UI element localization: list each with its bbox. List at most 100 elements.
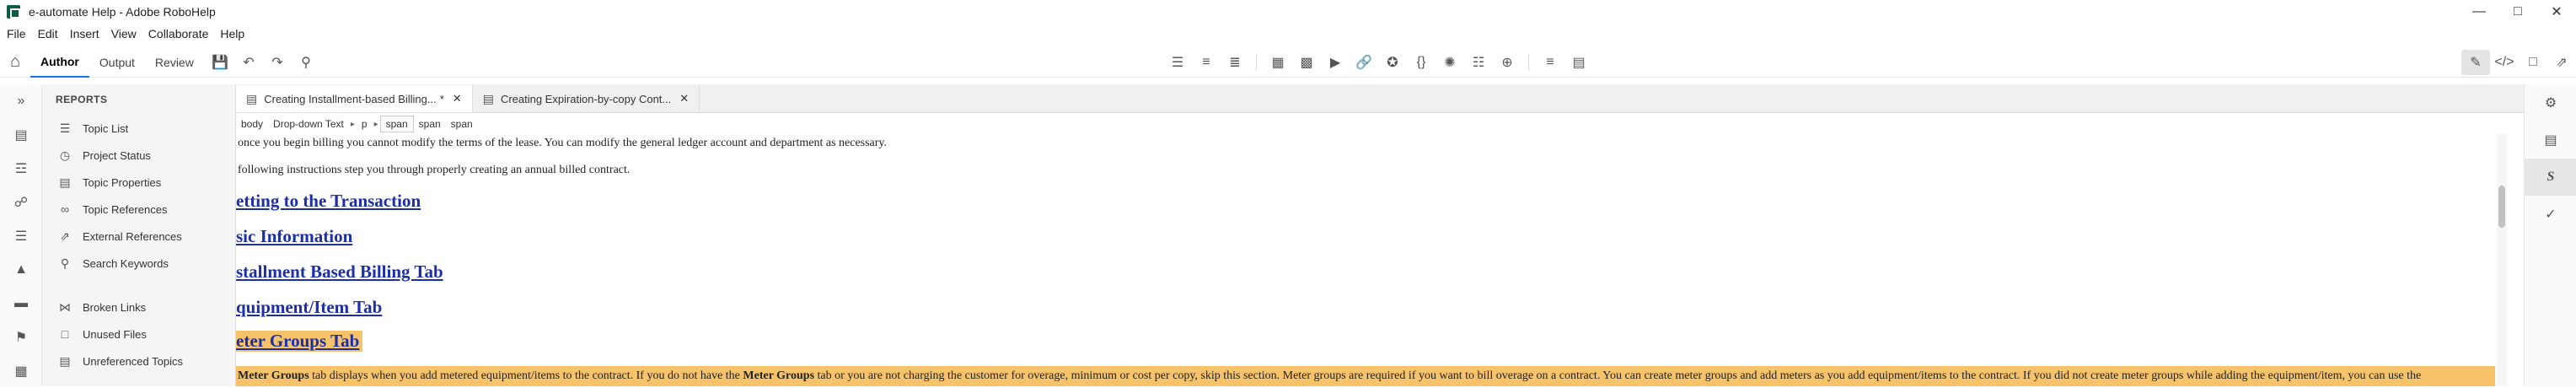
report-search-keywords[interactable]: ⚲ Search Keywords	[42, 250, 235, 277]
tab-output[interactable]: Output	[89, 47, 145, 78]
report-topic-properties[interactable]: ▤ Topic Properties	[42, 169, 235, 196]
robohelp-logo-icon	[7, 5, 20, 19]
insert-link-icon[interactable]: 🔗	[1350, 50, 1378, 75]
report-broken-links[interactable]: ⋈ Broken Links	[42, 294, 235, 321]
special-character-icon[interactable]: ✺	[1436, 50, 1464, 75]
external-link-icon: ⇗	[60, 229, 70, 243]
variable-icon[interactable]: {}	[1407, 50, 1436, 75]
report-label: External References	[83, 229, 182, 243]
crumb-dropdown-text[interactable]: Drop-down Text	[268, 116, 349, 132]
report-label: Project Status	[83, 148, 151, 162]
bulleted-list-icon[interactable]: ☰	[1163, 50, 1192, 75]
insert-toolbar-group: ☰ ≡ ≣ ▦ ▩ ▶ 🔗 ✪ {} ✺ ☷ ⊕ ≡ ▤	[1163, 47, 1593, 78]
main-toolbar: ⌂ Author Output Review 💾 ↶ ↷ ⚲ ☰ ≡ ≣ ▦ ▩…	[0, 47, 2576, 78]
element-breadcrumb: body Drop-down Text ▸ p ▸ span span span	[236, 115, 478, 133]
heading-link-selected[interactable]: eter Groups Tab	[236, 331, 363, 352]
close-icon[interactable]: ✕	[2537, 0, 2576, 24]
menu-view[interactable]: View	[111, 27, 137, 40]
clock-icon: ◷	[59, 148, 71, 162]
document-editor[interactable]: once you begin billing you cannot modify…	[236, 133, 2495, 386]
window-title: e-automate Help - Adobe RoboHelp	[29, 5, 216, 19]
crumb-p[interactable]: p	[357, 116, 373, 132]
crumb-span[interactable]: span	[379, 116, 414, 132]
heading-link[interactable]: sic Information	[236, 226, 352, 247]
close-tab-icon[interactable]: ✕	[679, 92, 689, 105]
crumb-span[interactable]: span	[414, 116, 446, 132]
redo-icon[interactable]: ↷	[263, 50, 292, 75]
source-code-icon[interactable]: </>	[2490, 50, 2519, 75]
undo-icon[interactable]: ↶	[234, 50, 263, 75]
menu-file[interactable]: File	[7, 27, 26, 40]
report-label: Topic Properties	[83, 175, 162, 189]
expand-panel-icon[interactable]: »	[0, 84, 42, 118]
insert-video-icon[interactable]: ▶	[1321, 50, 1350, 75]
crumb-body[interactable]: body	[236, 116, 268, 132]
report-label: Topic List	[83, 121, 129, 135]
topic-icon: ▤	[59, 353, 71, 368]
properties-panel-icon[interactable]: ⚙	[2525, 84, 2576, 121]
find-icon[interactable]: ⚲	[292, 50, 320, 75]
multilevel-list-icon[interactable]: ≣	[1221, 50, 1249, 75]
menu-insert[interactable]: Insert	[70, 27, 99, 40]
heading-link[interactable]: etting to the Transaction	[236, 191, 421, 212]
report-topic-list[interactable]: ☰ Topic List	[42, 115, 235, 142]
report-label: Broken Links	[83, 300, 147, 314]
add-icon[interactable]: ⊕	[1493, 50, 1521, 75]
vertical-scrollbar[interactable]	[2497, 133, 2507, 386]
report-project-status[interactable]: ◷ Project Status	[42, 142, 235, 169]
assets-icon[interactable]: ▦	[0, 354, 42, 388]
report-unused-files[interactable]: □ Unused Files	[42, 321, 235, 348]
styles-icon[interactable]: S	[2525, 159, 2576, 196]
maximize-icon[interactable]: □	[2498, 0, 2537, 24]
reports-icon[interactable]: ▲	[0, 253, 42, 287]
edit-mode-icon[interactable]: ✎	[2461, 50, 2490, 75]
home-icon[interactable]: ⌂	[0, 47, 30, 78]
list-panel-icon[interactable]: ☰	[0, 219, 42, 253]
snippets-icon[interactable]: ▬	[0, 287, 42, 321]
tab-review[interactable]: Review	[145, 47, 204, 78]
minimize-icon[interactable]: —	[2460, 0, 2498, 24]
bookmark-icon[interactable]: ✪	[1378, 50, 1407, 75]
crumb-span[interactable]: span	[446, 116, 478, 132]
text: tab displays when you add metered equipm…	[309, 369, 743, 382]
crumb-arrow-icon: ▸	[350, 119, 355, 129]
tags-icon[interactable]: ⚑	[0, 321, 42, 354]
report-topic-references[interactable]: ∞ Topic References	[42, 196, 235, 223]
resources-icon[interactable]: ☍	[0, 186, 42, 219]
menu-collaborate[interactable]: Collaborate	[148, 27, 209, 40]
heading-link[interactable]: quipment/Item Tab	[236, 297, 382, 318]
contents-icon[interactable]: ▤	[0, 118, 42, 152]
tab-installment-billing[interactable]: ▤ Creating Installment-based Billing... …	[236, 85, 473, 112]
tab-expiration-by-copy[interactable]: ▤ Creating Expiration-by-copy Cont... ✕	[473, 85, 700, 112]
list-icon: ☰	[59, 121, 71, 135]
toc-panel-icon[interactable]: ☲	[0, 152, 42, 186]
document-tabs: ▤ Creating Installment-based Billing... …	[236, 84, 2576, 113]
preview-icon[interactable]: □	[2519, 50, 2547, 75]
document-icon: ▤	[246, 91, 258, 105]
table-icon[interactable]: ☷	[1464, 50, 1493, 75]
report-external-references[interactable]: ⇗ External References	[42, 223, 235, 250]
heading-link[interactable]: stallment Based Billing Tab	[236, 261, 443, 283]
toc-icon[interactable]: ≡	[1536, 50, 1564, 75]
document-icon: ▤	[482, 91, 494, 105]
conditions-icon[interactable]: ✓	[2525, 196, 2576, 233]
topic-properties-icon[interactable]: ▤	[2525, 121, 2576, 159]
right-icon-rail: ⚙ ▤ S ✓	[2524, 84, 2576, 386]
insert-snippet-icon[interactable]: ▦	[1264, 50, 1292, 75]
toolbar-divider	[1256, 54, 1257, 71]
page-layout-icon[interactable]: ▤	[1564, 50, 1593, 75]
close-tab-icon[interactable]: ✕	[453, 92, 462, 105]
save-icon[interactable]: 💾	[206, 50, 234, 75]
external-preview-icon[interactable]: ⇗	[2547, 50, 2576, 75]
menu-edit[interactable]: Edit	[38, 27, 58, 40]
left-icon-rail: » ▤ ☲ ☍ ☰ ▲ ▬ ⚑ ▦	[0, 84, 42, 386]
numbered-list-icon[interactable]: ≡	[1192, 50, 1221, 75]
tab-author[interactable]: Author	[30, 47, 89, 78]
broken-link-icon: ⋈	[59, 299, 71, 314]
report-label: Search Keywords	[83, 256, 169, 270]
menu-help[interactable]: Help	[220, 27, 244, 40]
scrollbar-thumb[interactable]	[2498, 186, 2505, 228]
insert-image-icon[interactable]: ▩	[1292, 50, 1321, 75]
report-unreferenced-topics[interactable]: ▤ Unreferenced Topics	[42, 348, 235, 375]
report-divider	[42, 277, 235, 294]
